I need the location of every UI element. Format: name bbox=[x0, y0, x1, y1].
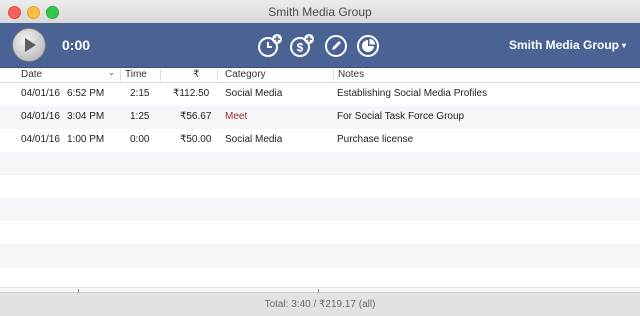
timer-display: 0:00 bbox=[62, 37, 91, 53]
edit-button[interactable] bbox=[324, 34, 348, 58]
cell-date: 04/01/16 bbox=[21, 111, 60, 122]
cell-notes: Purchase license bbox=[337, 134, 414, 145]
toolbar: 0:00 $ Smith Media Group ▾ bbox=[0, 23, 640, 68]
column-header-time[interactable]: Time bbox=[125, 68, 147, 82]
empty-row bbox=[0, 198, 640, 221]
table-row[interactable]: 04/01/16 3:04 PM 1:25 ₹56.67 Meet For So… bbox=[0, 106, 640, 129]
table-header: Date ⌄ Time ₹ Category Notes bbox=[0, 68, 640, 83]
empty-row bbox=[0, 244, 640, 267]
window-title: Smith Media Group bbox=[268, 5, 372, 19]
play-icon bbox=[25, 38, 36, 52]
report-button[interactable] bbox=[356, 34, 380, 58]
cell-amount: ₹50.00 bbox=[180, 134, 212, 145]
play-button[interactable] bbox=[12, 28, 46, 62]
cell-time: 2:15 bbox=[130, 88, 150, 99]
cell-date: 04/01/16 bbox=[21, 88, 60, 99]
cell-time: 0:00 bbox=[130, 134, 150, 145]
column-divider bbox=[120, 69, 121, 81]
table-row[interactable]: 04/01/16 6:52 PM 2:15 ₹112.50 Social Med… bbox=[0, 83, 640, 106]
column-divider bbox=[160, 69, 161, 81]
pie-chart-icon bbox=[357, 35, 379, 57]
add-time-button[interactable] bbox=[258, 34, 282, 58]
add-expense-button[interactable]: $ bbox=[290, 34, 314, 58]
title-bar: Smith Media Group bbox=[0, 0, 640, 24]
column-header-date[interactable]: Date bbox=[21, 68, 42, 82]
svg-text:$: $ bbox=[297, 41, 304, 55]
column-header-notes[interactable]: Notes bbox=[338, 68, 364, 82]
empty-row bbox=[0, 152, 640, 175]
client-name: Smith Media Group bbox=[508, 38, 619, 52]
cell-date: 04/01/16 bbox=[21, 134, 60, 145]
chevron-down-icon: ▾ bbox=[621, 41, 626, 50]
column-divider bbox=[217, 69, 218, 81]
cell-clock: 6:52 PM bbox=[67, 88, 105, 99]
cell-clock: 1:00 PM bbox=[67, 134, 105, 145]
column-divider bbox=[333, 69, 334, 81]
status-bar: Total: 3:40 / ₹219.17 (all) bbox=[0, 292, 640, 316]
empty-row bbox=[0, 221, 640, 244]
table-row[interactable]: 04/01/16 1:00 PM 0:00 ₹50.00 Social Medi… bbox=[0, 129, 640, 152]
cell-category: Social Media bbox=[225, 88, 283, 99]
client-selector[interactable]: Smith Media Group ▾ bbox=[509, 38, 626, 52]
total-summary: Total: 3:40 / ₹219.17 (all) bbox=[264, 299, 376, 310]
empty-row bbox=[0, 175, 640, 198]
entries-table: 04/01/16 6:52 PM 2:15 ₹112.50 Social Med… bbox=[0, 83, 640, 287]
cell-notes: For Social Task Force Group bbox=[337, 111, 465, 122]
column-header-category[interactable]: Category bbox=[225, 68, 266, 82]
cell-notes: Establishing Social Media Profiles bbox=[337, 88, 488, 99]
cell-clock: 3:04 PM bbox=[67, 111, 105, 122]
cell-category: Meet bbox=[225, 111, 248, 122]
column-header-amount[interactable]: ₹ bbox=[193, 68, 199, 82]
cell-category: Social Media bbox=[225, 134, 283, 145]
dollar-plus-icon: $ bbox=[290, 34, 314, 57]
sort-chevron-icon[interactable]: ⌄ bbox=[108, 68, 115, 77]
cell-time: 1:25 bbox=[130, 111, 150, 122]
app-window: Smith Media Group 0:00 $ Smith Media Gro… bbox=[0, 0, 640, 316]
cell-amount: ₹112.50 bbox=[173, 88, 210, 99]
cell-amount: ₹56.67 bbox=[180, 111, 212, 122]
pencil-icon bbox=[325, 35, 347, 57]
clock-plus-icon bbox=[258, 34, 282, 57]
